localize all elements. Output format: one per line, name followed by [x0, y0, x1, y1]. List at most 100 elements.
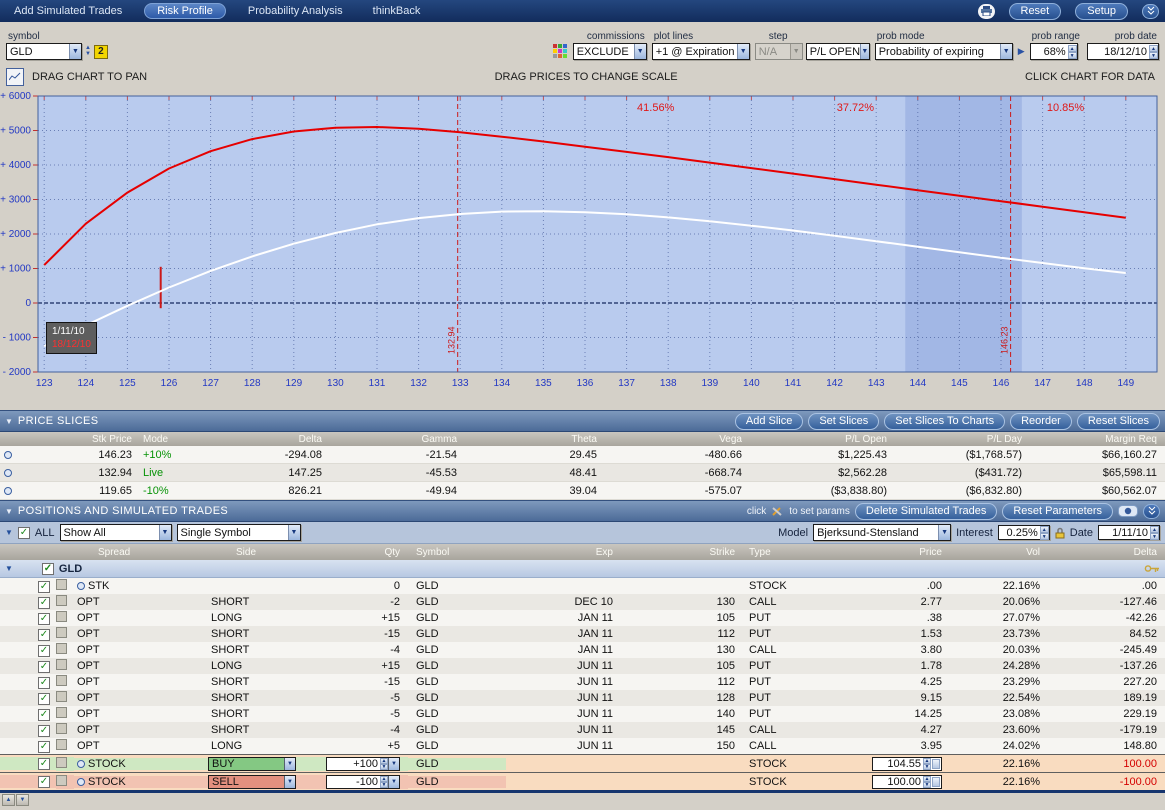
- date-input[interactable]: 1/11/10 ▲▼: [1098, 525, 1160, 540]
- chart-style-icon[interactable]: [6, 68, 24, 86]
- collapse-filter-icon[interactable]: ▼: [5, 528, 13, 537]
- param-box[interactable]: [56, 757, 67, 768]
- param-box[interactable]: [56, 739, 67, 750]
- row-checkbox[interactable]: ✓: [38, 776, 50, 788]
- spinner-icon[interactable]: ▲▼: [1068, 44, 1077, 59]
- add-slice-button[interactable]: Add Slice: [735, 413, 803, 430]
- col-type[interactable]: Type: [743, 547, 831, 558]
- reset-parameters-button[interactable]: Reset Parameters: [1002, 503, 1113, 520]
- scroll-down-icon[interactable]: ▼: [16, 794, 29, 806]
- position-handle-icon[interactable]: [77, 760, 85, 768]
- scroll-up-icon[interactable]: ▲: [2, 794, 15, 806]
- slice-stk-price[interactable]: 132.94: [18, 467, 140, 479]
- param-box[interactable]: [56, 627, 67, 638]
- col-strike[interactable]: Strike: [621, 547, 743, 558]
- tab-probability-analysis[interactable]: Probability Analysis: [240, 3, 351, 19]
- collapse-section-chevron-icon[interactable]: [1143, 504, 1160, 519]
- col-delta-pos[interactable]: Delta: [1048, 547, 1165, 558]
- side-dropdown[interactable]: SELL▼: [208, 775, 296, 789]
- set-params-key-icon[interactable]: [1144, 564, 1160, 573]
- chart-style-grid-icon[interactable]: [553, 44, 568, 59]
- col-vol[interactable]: Vol: [950, 547, 1048, 558]
- col-stk-price[interactable]: Stk Price: [18, 434, 140, 445]
- col-margin-req[interactable]: Margin Req: [1030, 434, 1165, 445]
- col-delta[interactable]: Delta: [200, 434, 330, 445]
- col-theta[interactable]: Theta: [465, 434, 605, 445]
- side-dropdown[interactable]: BUY▼: [208, 757, 296, 771]
- param-box[interactable]: [56, 723, 67, 734]
- slice-mode[interactable]: +10%: [140, 449, 200, 461]
- prob-advance-icon[interactable]: ▶: [1018, 46, 1025, 60]
- slice-mode[interactable]: Live: [140, 467, 200, 479]
- qty-input[interactable]: -100▲▼▼: [326, 775, 400, 789]
- prob-range-input[interactable]: 68% ▲▼: [1030, 43, 1078, 60]
- symbol-input[interactable]: GLD ▼: [6, 43, 82, 60]
- spinner-icon[interactable]: ▲▼: [1149, 44, 1158, 59]
- slice-mode[interactable]: -10%: [140, 485, 200, 497]
- spinner-icon[interactable]: ▲▼: [1150, 526, 1159, 539]
- param-box[interactable]: [56, 707, 67, 718]
- symbol-group-row[interactable]: ▼ ✓ GLD: [0, 560, 1165, 578]
- spinner-icon[interactable]: ▲▼: [923, 776, 931, 788]
- row-checkbox[interactable]: ✓: [38, 645, 50, 657]
- setup-button[interactable]: Setup: [1075, 3, 1128, 20]
- param-box[interactable]: [56, 611, 67, 622]
- row-checkbox[interactable]: ✓: [38, 693, 50, 705]
- collapse-group-icon[interactable]: ▼: [5, 564, 13, 573]
- link-group-badge[interactable]: 2: [94, 45, 108, 59]
- param-box[interactable]: [56, 775, 67, 786]
- spinner-icon[interactable]: ▲▼: [1040, 526, 1049, 539]
- print-icon[interactable]: [978, 4, 995, 19]
- tab-add-simulated-trades[interactable]: Add Simulated Trades: [6, 3, 130, 19]
- col-symbol[interactable]: Symbol: [408, 547, 506, 558]
- spinner-icon[interactable]: ▲▼: [380, 758, 388, 770]
- lock-icon[interactable]: [1055, 527, 1065, 539]
- param-box[interactable]: [56, 595, 67, 606]
- col-qty[interactable]: Qty: [303, 547, 408, 558]
- row-checkbox[interactable]: ✓: [38, 597, 50, 609]
- col-pl-open[interactable]: P/L Open: [750, 434, 895, 445]
- param-box[interactable]: [56, 675, 67, 686]
- row-checkbox[interactable]: ✓: [38, 677, 50, 689]
- set-slices-button[interactable]: Set Slices: [808, 413, 879, 430]
- risk-profile-chart[interactable]: 1231241251261271281291301311321331341351…: [0, 90, 1165, 398]
- spinner-icon[interactable]: ▲▼: [923, 758, 931, 770]
- slice-stk-price[interactable]: 119.65: [18, 485, 140, 497]
- tab-thinkback[interactable]: thinkBack: [365, 3, 429, 19]
- group-checkbox[interactable]: ✓: [42, 563, 54, 575]
- param-box[interactable]: [56, 643, 67, 654]
- reorder-button[interactable]: Reorder: [1010, 413, 1072, 430]
- position-handle-icon[interactable]: [77, 582, 85, 590]
- tab-risk-profile[interactable]: Risk Profile: [144, 3, 226, 19]
- row-checkbox[interactable]: ✓: [38, 581, 50, 593]
- slice-handle-icon[interactable]: [4, 487, 12, 495]
- price-input[interactable]: 104.55▲▼: [872, 757, 942, 771]
- col-pl-day[interactable]: P/L Day: [895, 434, 1030, 445]
- model-dropdown[interactable]: Bjerksund-Stensland ▼: [813, 524, 951, 541]
- col-vega[interactable]: Vega: [605, 434, 750, 445]
- param-box[interactable]: [56, 579, 67, 590]
- price-input[interactable]: 100.00▲▼: [872, 775, 942, 789]
- row-checkbox[interactable]: ✓: [38, 725, 50, 737]
- row-checkbox[interactable]: ✓: [38, 758, 50, 770]
- interest-input[interactable]: 0.25% ▲▼: [998, 525, 1050, 540]
- slice-handle-icon[interactable]: [4, 451, 12, 459]
- param-box[interactable]: [56, 691, 67, 702]
- risk-chart-svg[interactable]: 1231241251261271281291301311321331341351…: [0, 90, 1165, 398]
- show-all-dropdown[interactable]: Show All ▼: [60, 524, 172, 541]
- row-checkbox[interactable]: ✓: [38, 709, 50, 721]
- position-handle-icon[interactable]: [77, 778, 85, 786]
- col-side[interactable]: Side: [208, 547, 303, 558]
- step-mode-dropdown[interactable]: P/L OPEN ▼: [806, 43, 870, 60]
- prob-mode-dropdown[interactable]: Probability of expiring ▼: [875, 43, 1013, 60]
- delete-simulated-trades-button[interactable]: Delete Simulated Trades: [855, 503, 997, 520]
- symbol-spinner-icon[interactable]: ▲▼: [85, 46, 91, 57]
- double-chevron-icon[interactable]: [1142, 4, 1159, 19]
- symbol-dropdown-icon[interactable]: ▼: [69, 44, 81, 59]
- row-checkbox[interactable]: ✓: [38, 629, 50, 641]
- reset-button[interactable]: Reset: [1009, 3, 1062, 20]
- collapse-price-slices-icon[interactable]: ▼: [5, 417, 13, 426]
- col-price[interactable]: Price: [831, 547, 950, 558]
- col-exp[interactable]: Exp: [506, 547, 621, 558]
- slice-handle-icon[interactable]: [4, 469, 12, 477]
